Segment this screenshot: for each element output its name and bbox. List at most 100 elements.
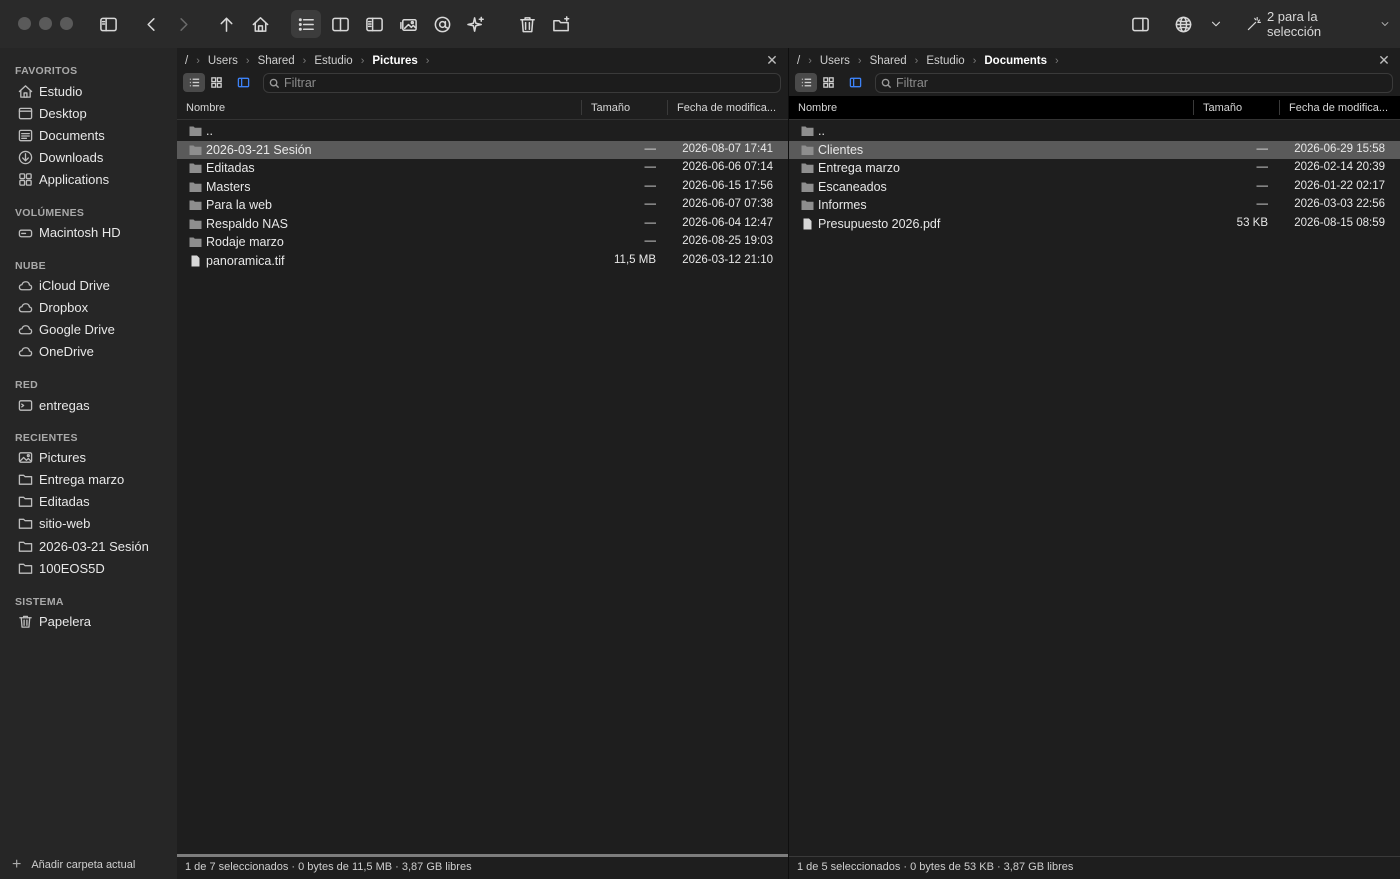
column-date[interactable]: Fecha de modifica... — [677, 102, 776, 114]
sidebar-item-sitio-web[interactable]: sitio-web — [12, 512, 172, 534]
chevron-right-icon: › — [1055, 55, 1059, 67]
sidebar-item-papelera[interactable]: Papelera — [12, 610, 172, 632]
sidebar-panel-icon[interactable] — [844, 73, 866, 92]
sidebar-item-desktop[interactable]: Desktop — [12, 102, 172, 124]
breadcrumb-root[interactable]: / — [797, 55, 800, 67]
close-pane-icon[interactable]: ✕ — [764, 52, 780, 68]
sidebar-item-100eos5d[interactable]: 100EOS5D — [12, 557, 172, 579]
row-size: — — [1256, 161, 1269, 173]
sidebar-item-google-drive[interactable]: Google Drive — [12, 318, 172, 340]
sidebar-panel-icon[interactable] — [232, 73, 254, 92]
list-view-icon[interactable] — [291, 10, 321, 38]
column-separator[interactable] — [667, 100, 668, 115]
breadcrumb-shared[interactable]: Shared — [258, 55, 295, 67]
close-window-button[interactable] — [18, 17, 31, 30]
breadcrumb-root[interactable]: / — [185, 55, 188, 67]
scroll-indicator[interactable] — [789, 856, 1400, 857]
toolbar: 2 para la selección — [0, 0, 1400, 48]
chevron-right-icon: › — [302, 55, 307, 67]
column-size[interactable]: Tamaño — [1203, 102, 1242, 114]
table-row[interactable]: panoramica.tif 11,5 MB 2026-03-12 21:10 — [177, 252, 788, 271]
preview-pane-icon[interactable] — [359, 10, 389, 38]
breadcrumb-estudio[interactable]: Estudio — [926, 55, 964, 67]
table-row[interactable]: Para la web — 2026-06-07 07:38 — [177, 196, 788, 215]
home-icon[interactable] — [245, 10, 275, 38]
breadcrumb-current[interactable]: Pictures — [372, 55, 417, 67]
column-date[interactable]: Fecha de modifica... — [1289, 102, 1388, 114]
column-separator[interactable] — [1193, 100, 1194, 115]
table-row[interactable]: Editadas — 2026-06-06 07:14 — [177, 159, 788, 178]
dual-pane-icon[interactable] — [325, 10, 355, 38]
trash-icon[interactable] — [512, 10, 542, 38]
list-view-icon[interactable] — [183, 73, 205, 92]
filter-input[interactable]: Filtrar — [263, 73, 781, 93]
column-size[interactable]: Tamaño — [591, 102, 630, 114]
chevron-down-icon[interactable] — [1202, 10, 1230, 38]
minimize-window-button[interactable] — [39, 17, 52, 30]
sidebar-item-pictures[interactable]: Pictures — [12, 446, 172, 468]
sidebar-section-sistema: SISTEMA — [15, 596, 64, 608]
table-row[interactable]: Masters — 2026-06-15 17:56 — [177, 178, 788, 197]
back-icon[interactable] — [136, 10, 166, 38]
disk-icon — [18, 229, 33, 237]
right-pane: / › Users › Shared › Estudio › Documents… — [789, 48, 1400, 879]
sidebar-item-2026-03-21-sesion[interactable]: 2026-03-21 Sesión — [12, 535, 172, 557]
table-row[interactable]: Respaldo NAS — 2026-06-04 12:47 — [177, 215, 788, 234]
table-row[interactable]: .. — [177, 122, 788, 141]
column-header: Nombre Tamaño Fecha de modifica... — [789, 96, 1400, 120]
scroll-indicator[interactable] — [177, 854, 788, 857]
selection-menu-label: 2 para la selección — [1266, 9, 1322, 39]
at-sign-icon[interactable] — [427, 10, 457, 38]
grid-view-icon[interactable] — [817, 73, 839, 92]
row-date: 2026-03-12 21:10 — [682, 253, 773, 266]
table-row[interactable]: Escaneados — 2026-01-22 02:17 — [789, 178, 1400, 197]
sidebar-toggle-icon[interactable] — [93, 10, 123, 38]
inspector-toggle-icon[interactable] — [1125, 10, 1155, 38]
column-name[interactable]: Nombre — [186, 102, 225, 114]
sidebar-item-dropbox[interactable]: Dropbox — [12, 296, 172, 318]
globe-icon[interactable] — [1168, 10, 1198, 38]
sidebar-item-downloads[interactable]: Downloads — [12, 146, 172, 168]
table-row[interactable]: Clientes — 2026-06-29 15:58 — [789, 140, 1400, 159]
table-row[interactable]: Entrega marzo — 2026-02-14 20:39 — [789, 159, 1400, 178]
up-directory-icon[interactable] — [211, 10, 241, 38]
table-row[interactable]: Presupuesto 2026.pdf 53 KB 2026-08-15 08:5… — [789, 215, 1400, 234]
sidebar-item-entregas[interactable]: entregas — [12, 394, 172, 416]
row-name: Para la web — [206, 198, 273, 212]
table-row[interactable]: Informes — 2026-03-03 22:56 — [789, 196, 1400, 215]
breadcrumb-users[interactable]: Users — [820, 55, 850, 67]
grid-view-icon[interactable] — [205, 73, 227, 92]
table-row[interactable]: .. — [789, 122, 1400, 141]
add-current-folder-button[interactable]: + Añadir carpeta actual — [12, 856, 135, 874]
sidebar-item-label: 2026-03-21 Sesión — [39, 538, 149, 554]
breadcrumb-shared[interactable]: Shared — [870, 55, 907, 67]
selection-actions-menu[interactable]: 2 para la selección — [1246, 9, 1390, 39]
sidebar-item-macintosh-hd[interactable]: Macintosh HD — [12, 221, 172, 243]
breadcrumb-estudio[interactable]: Estudio — [314, 55, 352, 67]
sidebar-item-entrega-marzo[interactable]: Entrega marzo — [12, 468, 172, 490]
sidebar-item-documents[interactable]: Documents — [12, 124, 172, 146]
column-separator[interactable] — [581, 100, 582, 115]
table-row[interactable]: 2026-03-21 Sesión — 2026-08-07 17:41 — [177, 140, 788, 159]
column-name[interactable]: Nombre — [798, 102, 837, 114]
breadcrumb-current[interactable]: Documents — [984, 55, 1047, 67]
filter-input[interactable]: Filtrar — [875, 73, 1393, 93]
sidebar-item-estudio[interactable]: Estudio — [12, 80, 172, 102]
row-date: 2026-03-03 22:56 — [1294, 198, 1385, 210]
list-view-icon[interactable] — [795, 73, 817, 92]
sidebar-item-editadas[interactable]: Editadas — [12, 490, 172, 512]
sidebar-item-icloud-drive[interactable]: iCloud Drive — [12, 274, 172, 296]
sidebar-item-label: Estudio — [39, 83, 83, 99]
close-pane-icon[interactable]: ✕ — [1376, 52, 1392, 68]
column-separator[interactable] — [1279, 100, 1280, 115]
gallery-icon[interactable] — [393, 10, 423, 38]
sidebar-item-applications[interactable]: Applications — [12, 168, 172, 190]
breadcrumb-users[interactable]: Users — [208, 55, 238, 67]
new-folder-icon[interactable] — [546, 10, 576, 38]
folder-icon — [801, 145, 814, 155]
forward-icon[interactable] — [168, 10, 198, 38]
sidebar-item-onedrive[interactable]: OneDrive — [12, 340, 172, 362]
zoom-window-button[interactable] — [60, 17, 73, 30]
table-row[interactable]: Rodaje marzo — 2026-08-25 19:03 — [177, 233, 788, 252]
sparkle-icon[interactable] — [461, 10, 491, 38]
